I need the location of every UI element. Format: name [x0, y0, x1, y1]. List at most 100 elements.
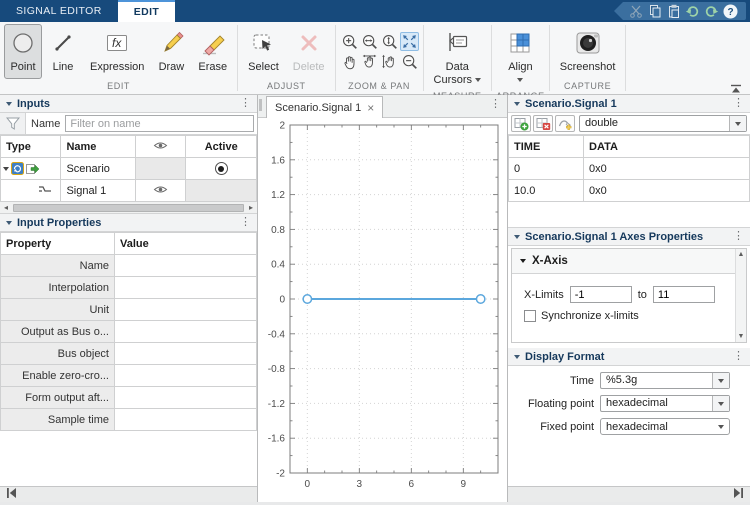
fit-to-view-icon[interactable]: [399, 32, 419, 51]
inputs-menu-icon[interactable]: ⋮: [240, 98, 251, 109]
copy-icon[interactable]: [646, 3, 663, 19]
pan-y-icon[interactable]: [380, 52, 399, 71]
zoom-in-icon[interactable]: [340, 32, 359, 51]
draw-button[interactable]: Draw: [152, 24, 190, 79]
collapse-right-panel-icon[interactable]: [732, 487, 745, 502]
input-properties-header[interactable]: Input Properties ⋮: [0, 214, 257, 232]
col-data[interactable]: DATA: [583, 135, 750, 158]
x-axis-section-header[interactable]: X-Axis: [512, 249, 746, 274]
insert-signal-button[interactable]: [555, 115, 575, 132]
axes-vscrollbar[interactable]: ▲ ▼: [735, 249, 746, 342]
property-row[interactable]: Unit: [0, 298, 257, 321]
inputs-panel-header[interactable]: Inputs ⋮: [0, 95, 257, 113]
row-name[interactable]: Scenario: [60, 157, 137, 180]
col-name[interactable]: Name: [60, 135, 137, 158]
filter-input[interactable]: [65, 115, 254, 132]
signal-editor-window: SIGNAL EDITOR EDIT ? Point Line fx Expre…: [0, 0, 750, 502]
align-button[interactable]: Align: [501, 24, 539, 89]
scroll-left-icon[interactable]: ◂: [0, 203, 12, 212]
collapse-caret-icon[interactable]: [514, 234, 520, 239]
axes-menu-icon[interactable]: ⋮: [733, 231, 744, 242]
scrollbar-thumb[interactable]: [13, 203, 244, 212]
data-cursors-button[interactable]: Data Cursors: [428, 24, 488, 89]
collapse-left-panel-icon[interactable]: [5, 487, 18, 502]
close-tab-icon[interactable]: ×: [367, 101, 374, 115]
collapse-caret-icon[interactable]: [6, 101, 12, 106]
display-format-menu-icon[interactable]: ⋮: [733, 351, 744, 362]
select-button[interactable]: Select: [242, 24, 285, 79]
sync-xlimits-checkbox[interactable]: [524, 310, 536, 322]
plot-menu-icon[interactable]: ⋮: [490, 99, 501, 110]
expression-button[interactable]: fx Expression: [84, 24, 150, 79]
line-button[interactable]: Line: [44, 24, 82, 79]
col-time[interactable]: TIME: [508, 135, 584, 158]
point-button[interactable]: Point: [4, 24, 42, 79]
undo-icon[interactable]: [684, 3, 701, 19]
dropdown-arrow-icon[interactable]: [712, 373, 729, 388]
property-row[interactable]: Bus object: [0, 342, 257, 365]
x-max-input[interactable]: [652, 286, 715, 303]
expand-caret-icon[interactable]: [3, 166, 9, 171]
zoom-out-icon[interactable]: [400, 52, 419, 71]
filter-funnel-icon[interactable]: [0, 113, 26, 134]
scroll-down-icon[interactable]: ▼: [738, 333, 745, 340]
collapse-caret-icon[interactable]: [514, 101, 520, 106]
property-row[interactable]: Output as Bus o...: [0, 320, 257, 343]
display-format-header[interactable]: Display Format ⋮: [508, 348, 750, 366]
splitter-grip[interactable]: [259, 99, 262, 111]
help-icon[interactable]: ?: [722, 3, 739, 19]
plot-tab[interactable]: Scenario.Signal 1 ×: [266, 96, 384, 118]
col-property[interactable]: Property: [0, 232, 115, 255]
active-radio[interactable]: [185, 157, 257, 180]
property-row[interactable]: Interpolation: [0, 276, 257, 299]
delete-point-button[interactable]: [533, 115, 553, 132]
cut-icon[interactable]: [627, 3, 644, 19]
zoom-in-y-icon[interactable]: [380, 32, 399, 51]
zoom-in-x-icon[interactable]: [360, 32, 379, 51]
col-visibility[interactable]: [135, 135, 187, 158]
delete-x-icon: [296, 30, 322, 59]
right-collapse-bar: [508, 486, 750, 502]
time-data-row[interactable]: 0 0x0: [508, 157, 750, 180]
property-row[interactable]: Name: [0, 254, 257, 277]
time-data-row[interactable]: 10.0 0x0: [508, 179, 750, 202]
row-name[interactable]: Signal 1: [60, 179, 137, 202]
screenshot-button[interactable]: Screenshot: [554, 24, 622, 79]
scroll-right-icon[interactable]: ▸: [245, 203, 257, 212]
col-type[interactable]: Type: [0, 135, 62, 158]
x-min-input[interactable]: [569, 286, 632, 303]
add-point-button[interactable]: [511, 115, 531, 132]
signal-plot[interactable]: 0 3 6 9 -2 -1.6 -1.2 -0.8 -0.4 0 0.4 0.8 1.2 1.6 2: [258, 118, 508, 502]
axes-properties-header[interactable]: Scenario.Signal 1 Axes Properties ⋮: [508, 228, 750, 246]
table-row-signal[interactable]: Signal 1: [0, 179, 257, 202]
fixed-point-dropdown[interactable]: hexadecimal: [600, 418, 730, 435]
signal-panel-header[interactable]: Scenario.Signal 1 ⋮: [508, 95, 750, 113]
input-properties-menu-icon[interactable]: ⋮: [240, 217, 251, 228]
erase-button[interactable]: Erase: [192, 24, 233, 79]
time-format-combobox[interactable]: %5.3g: [600, 372, 730, 389]
redo-icon[interactable]: [703, 3, 720, 19]
scroll-up-icon[interactable]: ▲: [738, 251, 745, 258]
tab-edit[interactable]: EDIT: [117, 0, 176, 22]
tab-signal-editor[interactable]: SIGNAL EDITOR: [0, 0, 118, 22]
pan-icon[interactable]: [340, 52, 359, 71]
floating-point-combobox[interactable]: hexadecimal: [600, 395, 730, 412]
col-value[interactable]: Value: [114, 232, 257, 255]
dropdown-arrow-icon[interactable]: [712, 396, 729, 411]
inputs-hscrollbar[interactable]: ◂ ▸: [0, 202, 257, 214]
dropdown-arrow-icon[interactable]: [729, 116, 746, 131]
visibility-toggle[interactable]: [135, 179, 187, 202]
table-row-scenario[interactable]: Scenario: [0, 157, 257, 180]
property-row[interactable]: Form output aft...: [0, 386, 257, 409]
delete-button[interactable]: Delete: [287, 24, 331, 79]
pan-x-icon[interactable]: [360, 52, 379, 71]
signal-panel-menu-icon[interactable]: ⋮: [733, 98, 744, 109]
col-active[interactable]: Active: [185, 135, 257, 158]
data-type-combobox[interactable]: double: [579, 115, 747, 132]
collapse-caret-icon[interactable]: [6, 220, 12, 225]
property-row[interactable]: Enable zero-cro...: [0, 364, 257, 387]
property-row[interactable]: Sample time: [0, 408, 257, 431]
paste-icon[interactable]: [665, 3, 682, 19]
collapse-caret-icon[interactable]: [520, 259, 526, 263]
collapse-caret-icon[interactable]: [514, 354, 520, 359]
